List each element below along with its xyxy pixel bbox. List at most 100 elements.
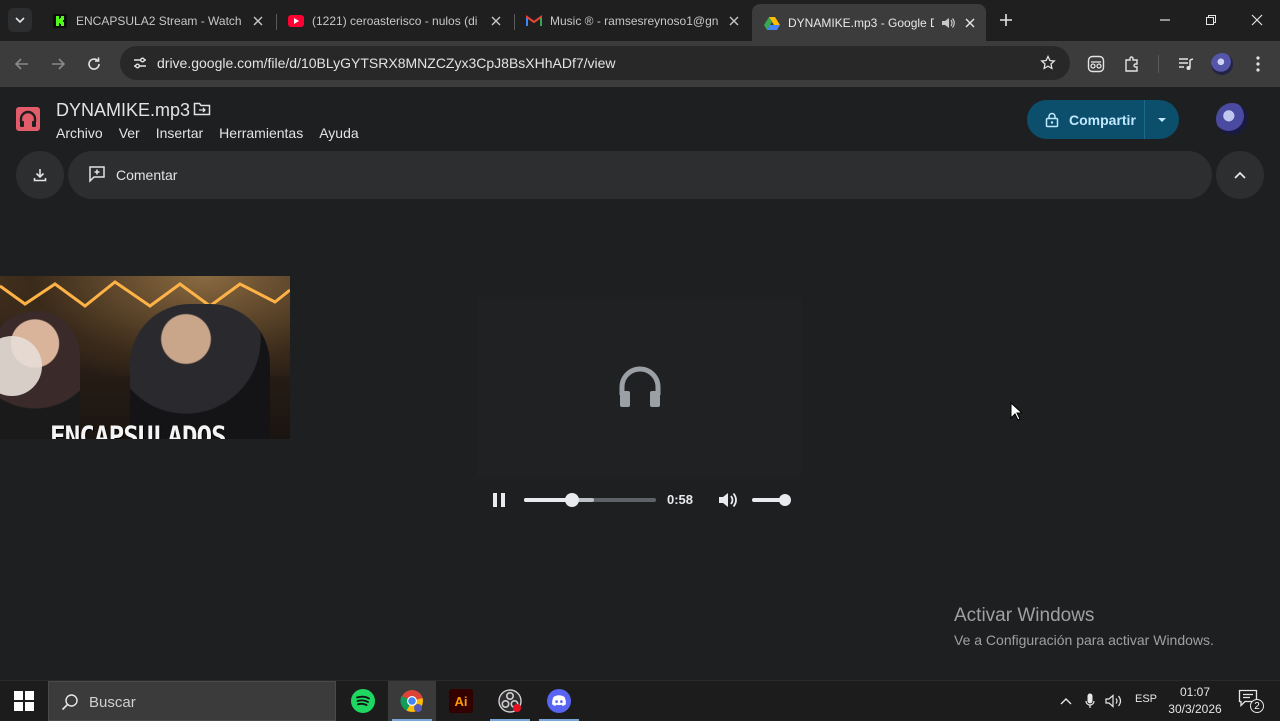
microphone-tray-button[interactable] [1082,691,1098,711]
comment-toolbar: Comentar [68,151,1212,199]
close-window-button[interactable] [1247,10,1267,30]
reload-button[interactable] [82,52,106,76]
taskbar-discord[interactable] [535,681,583,721]
new-tab-button[interactable] [996,10,1016,30]
discord-icon [547,689,571,713]
windows-activation-watermark: Activar Windows Ve a Configuración para … [954,605,1214,648]
share-label: Compartir [1069,111,1136,128]
taskbar-search[interactable]: Buscar [48,681,336,721]
webcam-overlay: ENCAPSULADOS [0,276,290,439]
taskbar-illustrator[interactable]: Ai [437,681,485,721]
caret-down-icon [1157,117,1167,123]
tab-title: ENCAPSULA2 Stream - Watch L [76,14,244,28]
chevron-up-icon [1060,697,1072,705]
avatar [1211,53,1233,75]
windows-taskbar: Buscar Ai ESP 01:07 30/3/2026 2 [0,680,1280,721]
incognito-profile-button[interactable] [1084,52,1108,76]
taskbar-clock[interactable]: 01:07 30/3/2026 [1158,684,1232,718]
tab-strip: ENCAPSULA2 Stream - Watch L (1221) ceroa… [0,0,1280,41]
reload-icon [86,56,102,72]
clock-date: 30/3/2026 [1168,702,1222,716]
url-text: drive.google.com/file/d/10BLyGYTSRX8MNZC… [157,55,616,71]
youtube-icon [288,13,304,29]
seek-bar[interactable] [524,493,656,507]
account-avatar[interactable] [1216,103,1248,135]
volume-slider[interactable] [752,494,791,506]
search-placeholder: Buscar [89,694,136,711]
obs-icon [498,689,522,713]
chrome-icon [400,689,424,713]
tab-drive-active[interactable]: DYNAMIKE.mp3 - Google D [752,4,986,41]
mouse-cursor-icon [1010,402,1022,421]
media-control-button[interactable] [1174,52,1198,76]
drive-viewer: DYNAMIKE.mp3 Archivo Ver Insertar Herram… [0,87,1280,680]
menu-insertar[interactable]: Insertar [156,125,203,141]
lock-icon [1045,112,1059,128]
audio-file-icon [16,107,40,131]
activation-title: Activar Windows [954,605,1095,626]
windows-start-icon[interactable] [12,689,36,713]
notification-badge: 2 [1250,699,1264,713]
mute-button[interactable] [718,490,740,510]
search-icon [61,693,79,711]
tab-gmail[interactable]: Music ® - ramsesreynoso1@gn [514,6,750,36]
menu-herramientas[interactable]: Herramientas [219,125,303,141]
show-hidden-icons-button[interactable] [1058,691,1074,711]
browser-menu-button[interactable] [1246,52,1270,76]
back-button[interactable] [10,52,34,76]
tab-title: Music ® - ramsesreynoso1@gn [550,14,719,28]
restore-button[interactable] [1201,10,1221,30]
share-button[interactable]: Compartir [1027,100,1145,139]
restore-icon [1205,14,1217,26]
drive-icon [764,15,780,31]
comment-button[interactable]: Comentar [116,167,177,183]
tab-search-button[interactable] [8,8,32,32]
close-icon [1251,14,1263,26]
taskbar-spotify[interactable] [339,681,387,721]
extensions-button[interactable] [1120,52,1144,76]
notification-center-button[interactable]: 2 [1238,689,1264,713]
menu-archivo[interactable]: Archivo [56,125,103,141]
move-to-folder-icon[interactable] [193,101,211,117]
download-button[interactable] [16,151,64,199]
seek-handle[interactable] [564,493,579,507]
pause-icon [492,492,506,508]
arrow-left-icon [14,56,30,72]
taskbar-obs[interactable] [486,681,534,721]
address-bar[interactable]: drive.google.com/file/d/10BLyGYTSRX8MNZC… [120,46,1070,80]
playlist-icon [1177,55,1195,73]
chevron-down-icon [14,14,26,26]
audio-controls: 0:58 [480,482,800,518]
close-tab-icon[interactable] [962,15,978,31]
streamer-right [130,304,270,439]
close-tab-icon[interactable] [250,13,266,29]
collapse-toolbar-button[interactable] [1216,151,1264,199]
audio-artwork [477,297,802,477]
incognito-icon [1087,55,1105,73]
tab-encapsula2[interactable]: ENCAPSULA2 Stream - Watch L [40,6,274,36]
menu-ver[interactable]: Ver [119,125,140,141]
minimize-button[interactable] [1155,10,1175,30]
overlay-logo-text: ENCAPSULADOS [50,421,227,439]
taskbar-chrome[interactable] [388,681,436,721]
close-tab-icon[interactable] [726,13,742,29]
bookmark-star-icon[interactable] [1040,55,1056,71]
tab-youtube[interactable]: (1221) ceroasterisco - nulos (di [276,6,512,36]
profile-avatar-button[interactable] [1210,52,1234,76]
share-options-button[interactable] [1145,100,1179,139]
menu-ayuda[interactable]: Ayuda [319,125,358,141]
volume-handle[interactable] [779,494,791,506]
menu-bar: Archivo Ver Insertar Herramientas Ayuda [56,125,375,141]
close-tab-icon[interactable] [488,13,504,29]
volume-tray-button[interactable] [1104,691,1124,711]
add-comment-icon[interactable] [88,165,106,183]
speaker-icon[interactable] [940,15,956,31]
pause-button[interactable] [490,491,508,509]
forward-button[interactable] [46,52,70,76]
input-language[interactable]: ESP [1135,693,1157,705]
microphone-icon [1085,693,1095,709]
file-title: DYNAMIKE.mp3 [56,100,191,120]
share-button-group: Compartir [1027,100,1179,139]
site-info-icon[interactable] [128,51,152,75]
kick-icon [52,13,68,29]
